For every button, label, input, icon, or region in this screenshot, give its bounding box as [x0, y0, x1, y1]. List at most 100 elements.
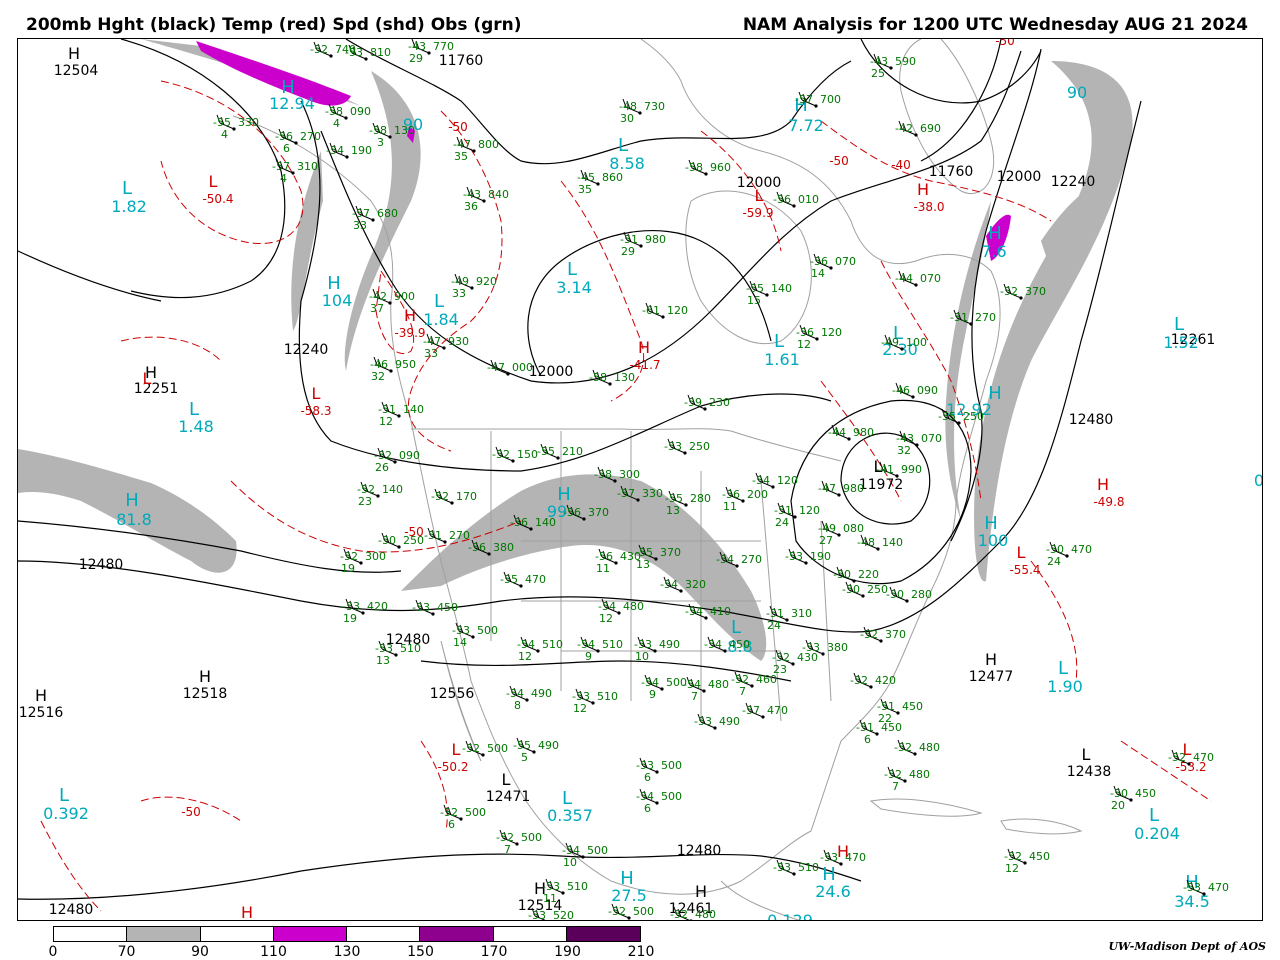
station-temperature: -52	[894, 741, 912, 754]
colorbar-segment	[54, 927, 128, 941]
station-dewpoint-depression: 6	[448, 818, 455, 831]
station-dewpoint-depression: 27	[819, 534, 833, 547]
station-dot	[689, 919, 693, 920]
station-plot: -52 5007	[496, 829, 542, 856]
height-value-label: 12240	[1051, 174, 1096, 190]
station-height: 010	[798, 193, 819, 206]
station-plot: -52 500	[462, 740, 508, 757]
station-height: 120	[777, 474, 798, 487]
station-plot: -51 14012	[378, 401, 424, 428]
station-dewpoint-depression: 4	[280, 172, 287, 185]
wind-speed-center-marker: L	[774, 331, 784, 352]
station-height: 510	[597, 690, 618, 703]
station-temperature: -47	[487, 361, 505, 374]
station-temperature: -44	[828, 426, 846, 439]
station-height: 090	[917, 384, 938, 397]
station-plot: -50 250	[378, 532, 424, 549]
station-dewpoint-depression: 11	[543, 892, 557, 905]
station-height: 510	[798, 861, 819, 874]
station-dewpoint-depression: 29	[409, 52, 423, 65]
station-height: 300	[365, 550, 386, 563]
station-temperature: -54	[716, 553, 734, 566]
station-dot	[547, 920, 550, 921]
station-plot: -49 92033	[451, 273, 497, 300]
station-temperature: -52	[850, 674, 868, 687]
height-value-label: 12504	[54, 63, 99, 79]
station-plot: -53 51011	[542, 878, 588, 905]
station-height: 510	[602, 638, 623, 651]
station-temperature: -54	[685, 605, 703, 618]
station-plot: -45 86035	[577, 169, 623, 196]
station-height: 280	[690, 492, 711, 505]
station-height: 220	[858, 568, 879, 581]
station-plot: -52 170	[431, 488, 477, 505]
wind-speed-colorbar	[53, 926, 641, 942]
station-dewpoint-depression: 29	[621, 245, 635, 258]
temperature-center-marker: L	[452, 740, 461, 759]
station-dewpoint-depression: 36	[464, 200, 478, 213]
station-temperature: -52	[310, 43, 328, 56]
station-height: 140	[403, 403, 424, 416]
temp-contour-minus50-m	[120, 336, 222, 362]
station-plot: -54 5109	[577, 636, 623, 663]
colorbar-tick-label: 210	[627, 944, 655, 960]
station-dewpoint-depression: 24	[767, 619, 781, 632]
station-plot: -55 210	[537, 443, 583, 460]
station-plot: -41 990	[876, 461, 922, 478]
station-height: 510	[542, 638, 563, 651]
station-height: 470	[767, 704, 788, 717]
station-plot: -46 090	[892, 382, 938, 399]
station-height: 430	[797, 651, 818, 664]
station-dewpoint-depression: 14	[811, 267, 825, 280]
station-plot: -56 12012	[796, 324, 842, 351]
height-value-label: 12518	[183, 686, 228, 702]
station-temperature: -53	[528, 909, 546, 921]
station-temperature: -53	[664, 440, 682, 453]
station-plot: -54 120	[752, 472, 798, 489]
station-height: 170	[456, 490, 477, 503]
station-temperature: -57	[742, 704, 760, 717]
station-height: 200	[747, 488, 768, 501]
hispaniola	[1000, 818, 1083, 835]
station-height: 480	[623, 600, 644, 613]
colorbar-segment	[127, 927, 201, 941]
station-dewpoint-depression: 6	[644, 771, 651, 784]
station-plot: -54 4807	[683, 676, 729, 703]
station-plot: -52 370	[1000, 283, 1046, 300]
temp-contour-minus50-h	[1030, 560, 1078, 682]
station-height: 270	[975, 311, 996, 324]
height-value-label: 12000	[997, 169, 1042, 185]
station-plot: -52 370	[860, 626, 906, 643]
station-temperature: -50	[886, 588, 904, 601]
station-plot: -53 190	[785, 548, 831, 565]
station-height: 090	[350, 105, 371, 118]
station-plot: -54 48012	[598, 598, 644, 625]
station-dewpoint-depression: 11	[723, 500, 737, 513]
station-plot: -46 95032	[370, 356, 416, 383]
station-height: 480	[909, 768, 930, 781]
station-height: 420	[875, 674, 896, 687]
station-height: 210	[562, 445, 583, 458]
station-temperature: -54	[660, 578, 678, 591]
station-height: 090	[399, 449, 420, 462]
height-value-label: 12480	[677, 843, 722, 859]
station-height: 680	[377, 207, 398, 220]
station-dewpoint-depression: 15	[747, 294, 761, 307]
station-height: 250	[867, 583, 888, 596]
station-temperature: -54	[752, 474, 770, 487]
station-plot: -55 4905	[513, 737, 559, 764]
station-plot: -52 480	[894, 739, 940, 756]
temperature-value-label: -55.4	[1009, 563, 1040, 577]
station-height: 840	[488, 188, 509, 201]
station-temperature: -51	[424, 529, 442, 542]
station-plot: -44 070	[895, 270, 941, 287]
map-canvas: HHHHLHLLH H 12504117601200011760 12000 1224…	[18, 39, 1262, 921]
height-value-label: 12480	[79, 557, 124, 573]
station-height: 230	[709, 396, 730, 409]
station-temperature: -57	[795, 93, 813, 106]
station-height: 380	[493, 541, 514, 554]
station-height: 130	[394, 124, 415, 137]
station-plot: -56 43011	[595, 548, 641, 575]
station-height: 490	[659, 638, 680, 651]
station-plot: -43 59025	[870, 53, 916, 80]
